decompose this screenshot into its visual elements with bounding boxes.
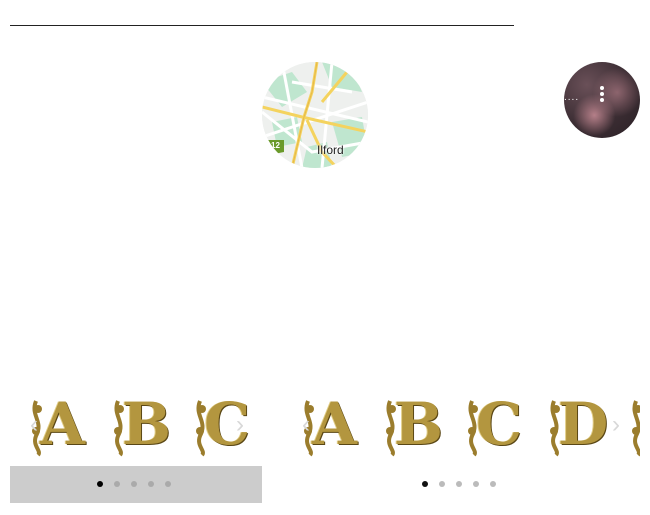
pagination-dot[interactable]: [131, 481, 137, 487]
chevron-right-icon[interactable]: ›: [230, 413, 250, 437]
carousel-pagination: [290, 466, 640, 503]
pagination-dot[interactable]: [148, 481, 154, 487]
map-thumbnail[interactable]: Ilford 12: [262, 62, 368, 168]
pagination-dot[interactable]: [456, 481, 462, 487]
monogram-image-partial[interactable]: [630, 391, 640, 457]
monogram-letter: D: [558, 390, 609, 458]
map-graphic: [262, 62, 368, 168]
monogram-image[interactable]: D: [548, 391, 608, 457]
pagination-dot[interactable]: [422, 481, 428, 487]
pagination-dot[interactable]: [439, 481, 445, 487]
monogram-letter: A: [312, 390, 358, 458]
monogram-image[interactable]: B: [112, 390, 172, 458]
more-vertical-icon[interactable]: [595, 86, 609, 106]
chevron-right-icon[interactable]: ›: [606, 413, 626, 437]
pagination-dot[interactable]: [473, 481, 479, 487]
pagination-dot[interactable]: [490, 481, 496, 487]
avatar[interactable]: ....: [564, 62, 640, 138]
ornament-graphic: [632, 400, 640, 457]
monogram-letter: B: [122, 390, 172, 458]
carousel-monogram-1: A B C ‹ ›: [10, 383, 262, 503]
carousel-pagination: [10, 466, 262, 503]
monogram-letter: C: [476, 390, 523, 458]
chevron-left-icon[interactable]: ‹: [296, 413, 316, 437]
map-place-label: Ilford: [317, 143, 344, 157]
monogram-letter: A: [40, 390, 86, 458]
monogram-image[interactable]: B: [384, 390, 444, 458]
pagination-dot[interactable]: [97, 481, 103, 487]
pagination-dot[interactable]: [165, 481, 171, 487]
chevron-left-icon[interactable]: ‹: [24, 413, 44, 437]
monogram-letter: B: [394, 390, 444, 458]
monogram-image[interactable]: C: [466, 391, 522, 457]
carousel-monogram-2: A B C D ‹ ›: [290, 383, 640, 503]
top-divider: [10, 25, 514, 26]
pagination-dot[interactable]: [114, 481, 120, 487]
road-badge-label: 12: [271, 141, 280, 150]
truncated-label: ....: [564, 92, 580, 103]
